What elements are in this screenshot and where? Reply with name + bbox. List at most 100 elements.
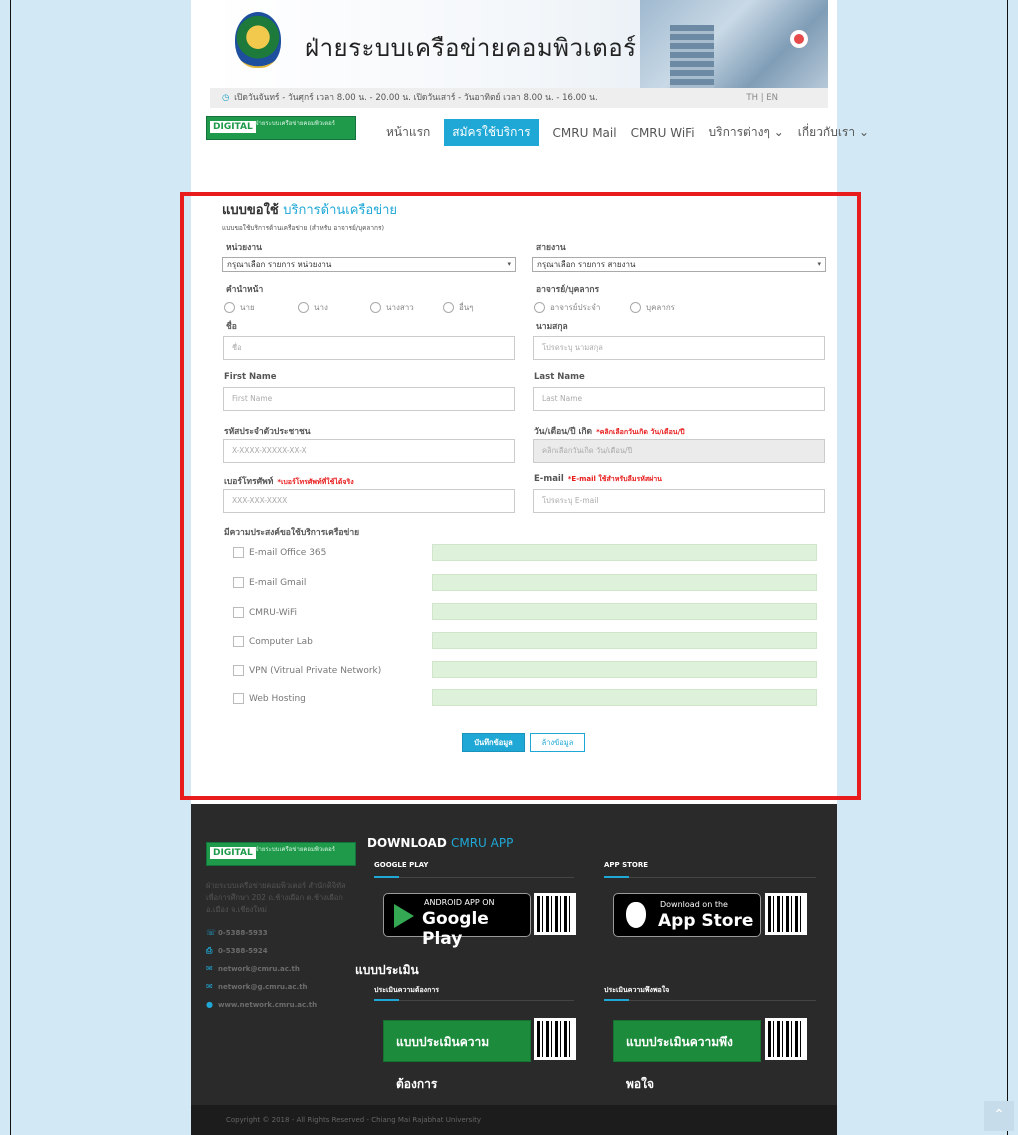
service-checkbox-office365[interactable]: E-mail Office 365	[233, 547, 326, 558]
chevron-down-icon: ⌄	[858, 125, 869, 139]
unit-select-value: กรุณาเลือก รายการ หน่วยงาน	[227, 260, 332, 269]
email-input[interactable]: โปรดระบุ E-mail	[533, 489, 825, 513]
dob-label: วัน/เดือน/ปี เกิด *คลิกเลือกวันเกิด วัน/เ…	[534, 424, 685, 438]
footer-email-1[interactable]: ✉ network@cmru.ac.th	[206, 964, 300, 973]
footer-email-1-text: network@cmru.ac.th	[218, 964, 300, 973]
service-label: CMRU-WiFi	[249, 607, 297, 618]
lang-en-link[interactable]: EN	[766, 93, 778, 103]
main-nav: DIGITAL ฝ่ายระบบเครือข่ายคอมพิวเตอร์ หน้…	[206, 113, 869, 149]
prefix-radio-mr[interactable]: นาย	[224, 301, 255, 314]
service-detail-field[interactable]	[432, 632, 817, 649]
form-subtitle: แบบขอใช้บริการด้านเครือข่าย (สำหรับ อาจา…	[222, 224, 385, 232]
service-checkbox-gmail[interactable]: E-mail Gmail	[233, 577, 306, 588]
mail-icon: ✉	[206, 982, 213, 991]
eval-satisfaction-button[interactable]: แบบประเมินความพึงพอใจ	[613, 1020, 761, 1091]
firstname-en-input[interactable]: First Name	[223, 387, 515, 411]
download-title: DOWNLOAD CMRU APP	[367, 836, 513, 850]
footer-fax: ⎙ 0-5388-5924	[206, 946, 268, 956]
qr-code-icon	[534, 1018, 576, 1060]
service-checkbox-lab[interactable]: Computer Lab	[233, 636, 313, 647]
service-checkbox-wifi[interactable]: CMRU-WiFi	[233, 607, 297, 618]
service-checkbox-hosting[interactable]: Web Hosting	[233, 693, 306, 704]
google-play-big-text: Google Play	[422, 909, 489, 949]
nav-home[interactable]: หน้าแรก	[386, 123, 430, 142]
service-label: Computer Lab	[249, 636, 313, 647]
id-input[interactable]: X-XXXX-XXXXX-XX-X	[223, 439, 515, 463]
google-play-badge[interactable]: ANDROID APP ON Google Play	[383, 893, 531, 949]
line-select[interactable]: กรุณาเลือก รายการ สายงาน ▾	[532, 257, 826, 272]
role-radio-lecturer[interactable]: อาจารย์ประจำ	[534, 301, 600, 314]
scroll-to-top-button[interactable]: ⌃	[984, 1101, 1014, 1131]
line-select-value: กรุณาเลือก รายการ สายงาน	[537, 260, 636, 269]
dob-input[interactable]: คลิกเลือกวันเกิด วัน/เดือน/ปี	[533, 439, 825, 463]
firstname-th-input[interactable]: ชื่อ	[223, 336, 515, 360]
app-store-small-text: Download on the	[660, 900, 728, 909]
phone-label-text: เบอร์โทรศัพท์	[224, 477, 274, 487]
dob-note: *คลิกเลือกวันเกิด วัน/เดือน/ปี	[596, 428, 685, 436]
left-frame-line	[10, 0, 11, 1135]
prefix-option-label: นาย	[240, 303, 255, 312]
prefix-radio-miss[interactable]: นางสาว	[370, 301, 414, 314]
chevron-up-icon: ⌃	[993, 1107, 1005, 1123]
phone-input[interactable]: XXX-XXX-XXXX	[223, 489, 515, 513]
right-frame-line	[1007, 0, 1008, 1135]
prefix-option-label: อื่นๆ	[459, 303, 474, 312]
qr-code-icon	[765, 893, 807, 935]
firstname-th-label: ชื่อ	[226, 322, 237, 332]
radio-circle	[630, 302, 641, 313]
eval-need-heading: ประเมินความต้องการ	[374, 986, 440, 994]
nav-about[interactable]: เกี่ยวกับเรา ⌄	[798, 123, 869, 142]
lang-th-link[interactable]: TH	[746, 93, 758, 103]
apple-icon	[626, 902, 646, 928]
email-label: E-mail *E-mail ใช้สำหรับลืมรหัสผ่าน	[534, 474, 662, 485]
digital-logo-text: ฝ่ายระบบเครือข่ายคอมพิวเตอร์	[255, 120, 336, 127]
nav-cmru-mail[interactable]: CMRU Mail	[553, 126, 617, 140]
email-note: *E-mail ใช้สำหรับลืมรหัสผ่าน	[567, 475, 662, 483]
app-store-badge[interactable]: Download on the App Store	[613, 893, 761, 937]
prefix-radio-mrs[interactable]: นาง	[298, 301, 328, 314]
digital-logo[interactable]: DIGITAL ฝ่ายระบบเครือข่ายคอมพิวเตอร์	[206, 116, 356, 140]
footer-phone: ☏ 0-5388-5933	[206, 928, 268, 937]
footer-email-2[interactable]: ✉ network@g.cmru.ac.th	[206, 982, 308, 991]
service-detail-field[interactable]	[432, 544, 817, 561]
save-button[interactable]: บันทึกข้อมูล	[462, 733, 525, 752]
eval-need-button[interactable]: แบบประเมินความต้องการ	[383, 1020, 531, 1091]
nav-services-label: บริการต่างๆ	[708, 125, 770, 139]
lang-separator: |	[760, 93, 764, 103]
footer-website[interactable]: ● www.network.cmru.ac.th	[206, 1000, 317, 1009]
university-seal-logo	[235, 12, 281, 68]
service-detail-field[interactable]	[432, 574, 817, 591]
banner-image	[640, 0, 828, 88]
reset-button[interactable]: ล้างข้อมูล	[530, 733, 585, 752]
radio-circle	[224, 302, 235, 313]
eval-satisfaction-heading: ประเมินความพึงพอใจ	[604, 986, 670, 994]
digital-badge: DIGITAL	[210, 121, 256, 133]
dob-label-text: วัน/เดือน/ปี เกิด	[534, 427, 593, 437]
heading-underline	[604, 999, 816, 1001]
department-title: ฝ่ายระบบเครือข่ายคอมพิวเตอร์	[305, 34, 637, 62]
lastname-th-label: นามสกุล	[536, 322, 568, 332]
lastname-th-input[interactable]: โปรดระบุ นามสกุล	[533, 336, 825, 360]
service-detail-field[interactable]	[432, 689, 817, 706]
nav-register[interactable]: สมัครใช้บริการ	[444, 119, 539, 146]
role-radio-staff[interactable]: บุคลากร	[630, 301, 675, 314]
lastname-en-input[interactable]: Last Name	[533, 387, 825, 411]
qr-code-icon	[534, 893, 576, 935]
header-banner: ฝ่ายระบบเครือข่ายคอมพิวเตอร์	[210, 0, 828, 88]
nav-services[interactable]: บริการต่างๆ ⌄	[709, 123, 784, 142]
google-play-heading: GOOGLE PLAY	[374, 861, 429, 869]
digital-logo-text: ฝ่ายระบบเครือข่ายคอมพิวเตอร์	[255, 846, 336, 853]
nav-cmru-wifi[interactable]: CMRU WiFi	[631, 126, 695, 140]
role-label: อาจารย์/บุคลากร	[536, 285, 600, 295]
app-store-heading: APP STORE	[604, 861, 649, 869]
service-label: E-mail Office 365	[249, 547, 327, 558]
unit-select[interactable]: กรุณาเลือก รายการ หน่วยงาน ▾	[222, 257, 516, 272]
role-option-label: อาจารย์ประจำ	[550, 303, 601, 312]
prefix-radio-other[interactable]: อื่นๆ	[443, 301, 474, 314]
prefix-label: คำนำหน้า	[226, 285, 264, 295]
service-checkbox-vpn[interactable]: VPN (Vitrual Private Network)	[233, 665, 381, 676]
id-label: รหัสประจำตัวประชาชน	[224, 427, 311, 437]
checkbox-box	[233, 577, 244, 588]
service-detail-field[interactable]	[432, 661, 817, 678]
service-detail-field[interactable]	[432, 603, 817, 620]
